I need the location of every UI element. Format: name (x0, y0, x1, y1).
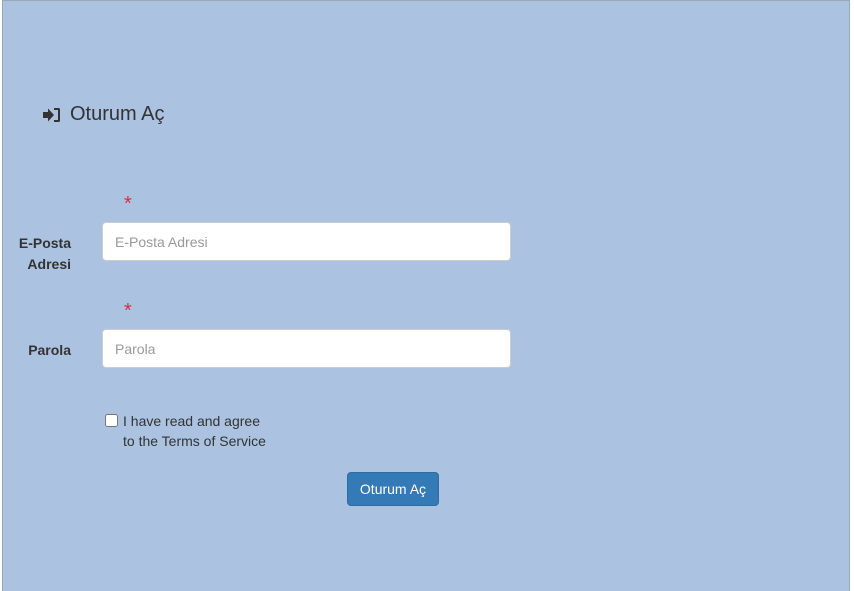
email-required-marker: * (124, 193, 132, 215)
email-label: E-Posta Adresi (5, 233, 71, 275)
terms-label[interactable]: I have read and agree to the Terms of Se… (123, 411, 293, 451)
login-panel: Oturum Aç * E-Posta Adresi * Parola I ha… (2, 0, 850, 591)
login-button[interactable]: Oturum Aç (347, 472, 439, 506)
email-label-line1: E-Posta (18, 235, 71, 251)
email-label-line2: Adresi (27, 256, 71, 272)
email-field[interactable] (102, 222, 511, 261)
password-label: Parola (28, 342, 71, 358)
terms-checkbox[interactable] (105, 414, 118, 427)
password-field[interactable] (102, 329, 511, 368)
sign-in-icon (43, 107, 61, 123)
page-title: Oturum Aç (43, 103, 164, 126)
terms-label-line2: to the Terms of Service (123, 433, 266, 449)
page-title-text: Oturum Aç (70, 103, 165, 125)
password-required-marker: * (124, 300, 132, 322)
terms-label-line1: I have read and agree (123, 413, 260, 429)
